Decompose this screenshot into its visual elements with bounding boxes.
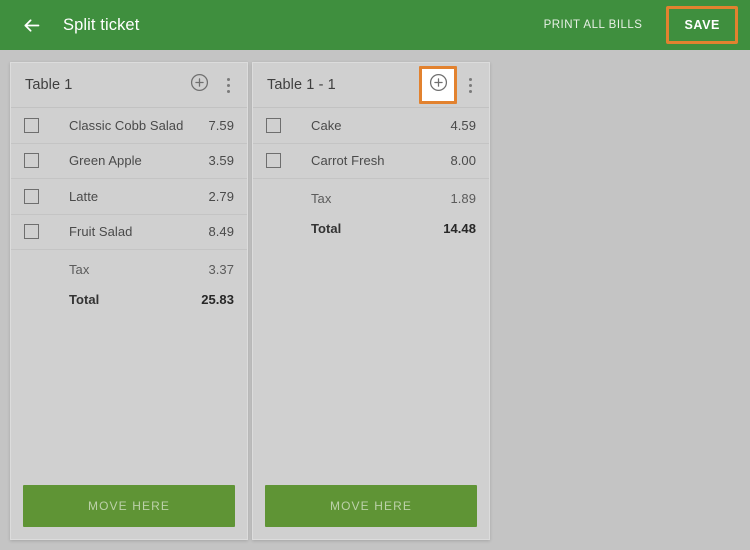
table-row[interactable]: Cake 4.59 (253, 108, 489, 144)
item-price: 8.00 (450, 153, 476, 169)
item-name: Carrot Fresh (311, 153, 385, 169)
ticket-title-0: Table 1 (25, 77, 73, 93)
table-row[interactable]: Fruit Salad 8.49 (11, 215, 247, 250)
item-checkbox[interactable] (266, 117, 281, 133)
tax-label: Tax (69, 261, 90, 277)
ticket-items-1: Cake 4.59 Carrot Fresh 8.00 Tax 1.89 Tot… (253, 108, 489, 475)
item-checkbox[interactable] (24, 224, 39, 240)
save-button-highlight: SAVE (666, 6, 738, 44)
total-value: 14.48 (443, 220, 476, 236)
total-row-1: Total 14.48 (253, 213, 489, 243)
tax-label: Tax (311, 190, 332, 206)
print-all-bills-button[interactable]: PRINT ALL BILLS (538, 11, 649, 39)
page-title: Split ticket (63, 15, 140, 34)
item-name: Latte (69, 188, 99, 204)
item-name: Green Apple (69, 153, 142, 169)
back-button[interactable] (12, 6, 50, 44)
arrow-left-icon (21, 15, 42, 36)
tax-value: 1.89 (450, 190, 476, 206)
item-name: Classic Cobb Salad (69, 117, 184, 133)
move-here-button-1[interactable]: MOVE HERE (265, 485, 477, 527)
more-vertical-icon-dot-2 (468, 83, 472, 87)
tax-row-1: Tax 1.89 (253, 183, 489, 213)
tax-value: 3.37 (208, 261, 234, 277)
total-label: Total (311, 220, 342, 236)
ticket-card-1: Table 1 - 1 Cake 4.59 Carrot Fresh 8.00 … (252, 62, 490, 540)
save-button[interactable]: SAVE (669, 9, 735, 41)
ticket-card-0: Table 1 Classic Cobb Salad 7.59 Green Ap… (10, 62, 248, 540)
item-name: Cake (311, 117, 342, 133)
table-row[interactable]: Carrot Fresh 8.00 (253, 144, 489, 179)
more-vertical-icon-dot-1 (468, 77, 472, 81)
app-bar: Split ticket PRINT ALL BILLS SAVE (0, 0, 750, 50)
ticket-header-0: Table 1 (11, 63, 247, 108)
plus-circle-icon (429, 73, 448, 97)
item-price: 2.79 (208, 188, 234, 204)
item-checkbox[interactable] (24, 188, 39, 204)
move-here-container-0: MOVE HERE (11, 475, 247, 539)
more-vertical-icon-dot-2 (226, 83, 230, 87)
add-item-button-1[interactable] (419, 66, 457, 104)
item-price: 8.49 (208, 224, 234, 240)
plus-circle-icon (190, 73, 209, 97)
total-value: 25.83 (201, 291, 234, 307)
tax-row-0: Tax 3.37 (11, 254, 247, 284)
ticket-header-1: Table 1 - 1 (253, 63, 489, 108)
item-name: Fruit Salad (69, 224, 133, 240)
table-row[interactable]: Green Apple 3.59 (11, 144, 247, 179)
item-checkbox[interactable] (24, 153, 39, 169)
ticket-title-1: Table 1 - 1 (267, 77, 336, 93)
total-row-0: Total 25.83 (11, 284, 247, 314)
ticket-menu-button-0[interactable] (215, 69, 241, 101)
more-vertical-icon-dot-1 (226, 77, 230, 81)
table-row[interactable]: Latte 2.79 (11, 179, 247, 215)
item-price: 3.59 (208, 153, 234, 169)
item-price: 4.59 (450, 117, 476, 133)
ticket-items-0: Classic Cobb Salad 7.59 Green Apple 3.59… (11, 108, 247, 475)
move-here-container-1: MOVE HERE (253, 475, 489, 539)
total-label: Total (69, 291, 100, 307)
table-row[interactable]: Classic Cobb Salad 7.59 (11, 108, 247, 144)
add-item-button-0[interactable] (183, 69, 215, 101)
item-price: 7.59 (208, 117, 234, 133)
move-here-button-0[interactable]: MOVE HERE (23, 485, 235, 527)
item-checkbox[interactable] (24, 117, 39, 133)
ticket-board: Table 1 Classic Cobb Salad 7.59 Green Ap… (0, 50, 750, 550)
item-checkbox[interactable] (266, 153, 281, 169)
more-vertical-icon-dot-3 (468, 89, 472, 93)
more-vertical-icon-dot-3 (226, 89, 230, 93)
ticket-menu-button-1[interactable] (457, 69, 483, 101)
